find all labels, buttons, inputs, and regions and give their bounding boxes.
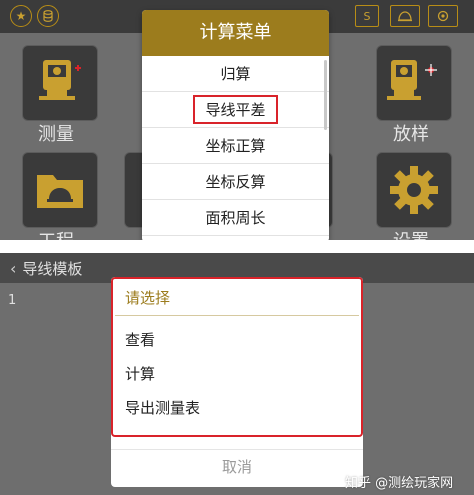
stakeout-label: 放样: [393, 124, 429, 145]
choose-dialog: 请选择 查看 计算 导出测量表 取消: [111, 277, 363, 487]
dialog-item-view[interactable]: 查看: [125, 329, 155, 350]
menu-item-traverse-adjustment[interactable]: 导线平差: [142, 92, 329, 128]
calculation-menu: 计算菜单 归算 导线平差 坐标正算 坐标反算 面积周长: [142, 10, 329, 240]
menu-item-label: 坐标正算: [205, 137, 266, 155]
dialog-title: 请选择: [125, 289, 171, 307]
page-title: 导线模板: [22, 259, 83, 278]
project-tile[interactable]: [22, 152, 98, 228]
total-station-icon: [39, 60, 81, 100]
gear-icon: [390, 166, 438, 214]
measure-tile[interactable]: [22, 45, 98, 121]
menu-item-label: 归算: [220, 65, 251, 83]
menu-item-inverse-coordinate[interactable]: 坐标反算: [142, 164, 329, 200]
menu-item-forward-coordinate[interactable]: 坐标正算: [142, 128, 329, 164]
watermark: 知乎 @测绘玩家网: [345, 476, 454, 491]
menu-item-label: 坐标反算: [205, 173, 266, 191]
dialog-item-export[interactable]: 导出测量表: [125, 397, 200, 418]
total-station-icon: [387, 60, 437, 100]
chevron-left-icon[interactable]: ‹: [10, 259, 16, 278]
settings-label: 设置: [393, 227, 429, 240]
menu-item-area-perimeter[interactable]: 面积周长: [142, 200, 329, 236]
traverse-template-screen: ‹ 导线模板 1 请选择 查看 计算 导出测量表 取消: [0, 253, 474, 495]
stakeout-tile[interactable]: [376, 45, 452, 121]
menu-item-label: 面积周长: [205, 209, 266, 227]
helmet-icon[interactable]: [390, 5, 420, 27]
s-icon[interactable]: S: [355, 5, 379, 27]
folder-icon: [37, 175, 83, 208]
settings-tile[interactable]: [376, 152, 452, 228]
camera-icon[interactable]: [428, 5, 458, 27]
dialog-item-calculate[interactable]: 计算: [125, 363, 155, 384]
star-icon[interactable]: ★: [10, 5, 32, 27]
dialog-divider: [115, 315, 359, 316]
measure-label: 测量: [38, 124, 74, 145]
s-label: S: [363, 9, 371, 23]
menu-scrollbar[interactable]: [324, 60, 327, 130]
menu-item-reduction[interactable]: 归算: [142, 56, 329, 92]
main-menu-screen: ★ S 测量 放样 计算菜单 归算 导线平差 坐标正算 坐标反算 面积周长: [0, 0, 474, 240]
project-label: 工程: [38, 227, 74, 240]
menu-title: 计算菜单: [142, 10, 329, 56]
list-item[interactable]: 1: [8, 293, 16, 308]
cancel-button[interactable]: 取消: [111, 449, 363, 484]
database-icon[interactable]: [37, 5, 59, 27]
menu-item-label: 导线平差: [193, 95, 278, 124]
